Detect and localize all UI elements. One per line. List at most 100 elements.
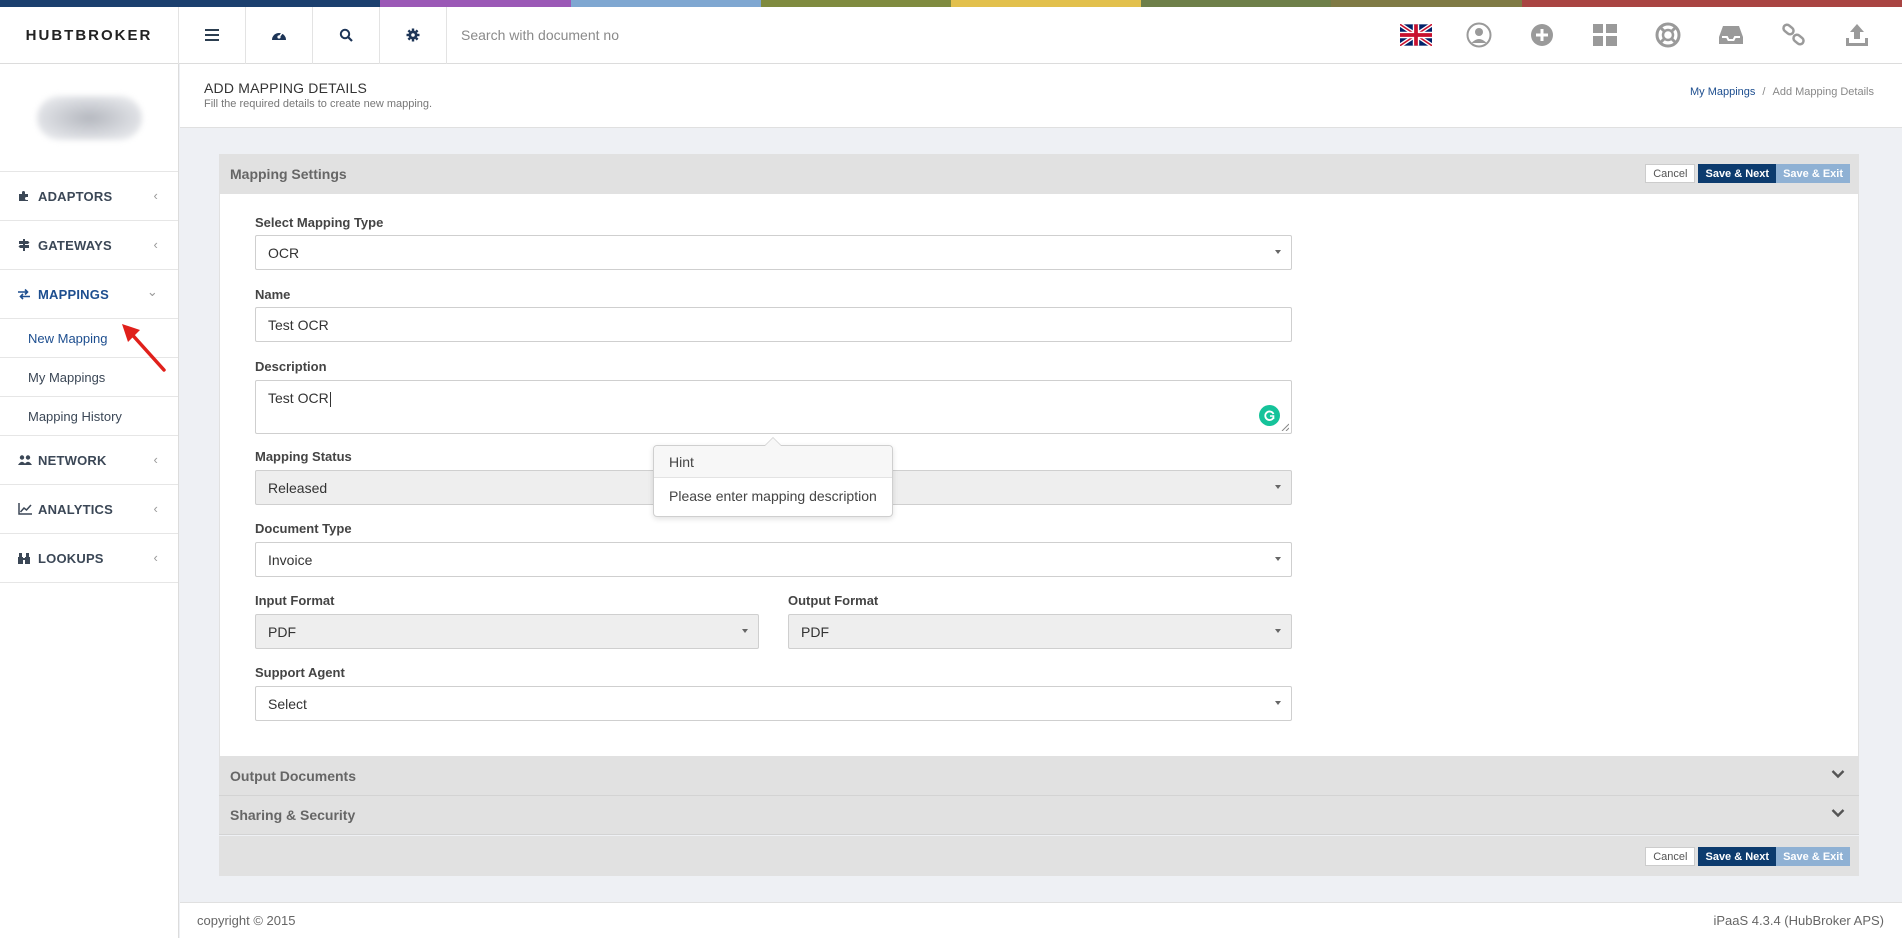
settings-icon [406,28,420,42]
sidebar-item-mappings[interactable]: MAPPINGS ⌄ [0,270,178,319]
document-type-select[interactable]: Invoice [255,542,1292,577]
dashboard-icon [272,32,286,40]
breadcrumb: My Mappings / Add Mapping Details [1690,86,1874,98]
chevron-left-icon: ‹ [153,188,158,203]
resize-handle-icon[interactable] [1281,423,1289,431]
dashboard-button[interactable] [246,6,313,64]
language-button[interactable] [1384,7,1447,64]
user-icon [1466,22,1491,48]
upload-icon [1845,24,1868,46]
panel-footer: Cancel Save & Next Save & Exit [219,836,1859,876]
apps-grid-icon [1592,24,1617,46]
menu-toggle-button[interactable] [179,6,246,64]
add-button[interactable] [1510,7,1573,64]
upload-button[interactable] [1825,7,1888,64]
page-subtitle: Fill the required details to create new … [204,98,433,110]
input-format-select[interactable]: PDF [255,614,759,649]
sidebar-item-label: ANALYTICS [38,501,113,517]
sidebar-item-label: GATEWAYS [38,237,112,253]
breadcrumb-current: Add Mapping Details [1772,86,1874,98]
sidebar-item-analytics[interactable]: ANALYTICS ‹ [0,485,178,534]
mapping-type-select[interactable]: OCR [255,235,1292,270]
sidebar-item-network[interactable]: NETWORK ‹ [0,436,178,485]
breadcrumb-link-my-mappings[interactable]: My Mappings [1690,86,1755,98]
mapping-type-value: OCR [268,244,300,261]
save-next-button[interactable]: Save & Next [1698,847,1777,866]
add-circle-icon [1530,24,1553,46]
document-type-value: Invoice [268,551,313,568]
save-exit-button[interactable]: Save & Exit [1776,847,1850,866]
help-button[interactable] [1636,7,1699,64]
page-title: ADD MAPPING DETAILS [204,80,368,96]
chevron-down-icon: ⌄ [146,284,158,299]
top-header: HUBTBROKER [0,6,1902,64]
link-icon [1781,23,1805,46]
section-sharing-security[interactable]: Sharing & Security [219,796,1859,835]
logo[interactable]: HUBTBROKER [0,6,179,64]
support-agent-select[interactable]: Select [255,686,1292,721]
chevron-left-icon: ‹ [153,452,158,467]
sidebar-item-gateways[interactable]: GATEWAYS ‹ [0,221,178,270]
copyright-text: copyright © 2015 [197,913,296,928]
hint-body: Please enter mapping description [669,488,877,504]
description-textarea[interactable]: Test OCR [255,380,1292,434]
grammarly-icon[interactable] [1259,405,1280,426]
profile-button[interactable] [1447,7,1510,64]
sidebar-item-label: ADAPTORS [38,188,113,204]
panel-title: Mapping Settings [230,165,347,182]
inbox-icon [1718,26,1743,44]
section-title: Output Documents [230,768,356,784]
cancel-button[interactable]: Cancel [1645,847,1696,866]
name-value: Test OCR [268,316,329,333]
search-button[interactable] [313,6,380,64]
breadcrumb-separator: / [1762,86,1766,98]
chevron-down-icon [1831,809,1845,818]
inbox-button[interactable] [1699,7,1762,64]
description-value: Test OCR [268,390,329,406]
page-footer: copyright © 2015 iPaaS 4.3.4 (HubBroker … [180,902,1902,938]
output-format-select[interactable]: PDF [788,614,1292,649]
sidebar: ADAPTORS ‹ GATEWAYS ‹ MAPPINGS ⌄ New Map… [0,64,179,938]
input-format-label: Input Format [255,593,335,608]
apps-button[interactable] [1573,7,1636,64]
panel-actions-top: Cancel Save & Next Save & Exit [1645,164,1850,183]
mapping-settings-header: Mapping Settings Cancel Save & Next Save… [219,154,1859,193]
save-exit-button[interactable]: Save & Exit [1776,164,1850,183]
uk-flag-icon [1399,24,1432,46]
name-label: Name [255,287,291,302]
chevron-left-icon: ‹ [153,237,158,252]
cancel-button[interactable]: Cancel [1645,164,1696,183]
help-lifebuoy-icon [1655,22,1680,48]
description-hint-popover: Hint Please enter mapping description [653,437,893,517]
status-value: Released [268,479,328,496]
sidebar-item-lookups[interactable]: LOOKUPS ‹ [0,534,178,583]
sidebar-item-adaptors[interactable]: ADAPTORS ‹ [0,172,178,221]
header-actions [1384,7,1902,64]
name-input[interactable]: Test OCR [255,307,1292,342]
caret-down-icon [1275,250,1281,254]
document-search-input[interactable] [461,27,881,43]
sidebar-item-label: LOOKUPS [38,550,104,566]
section-output-documents[interactable]: Output Documents [219,757,1859,796]
caret-down-icon [1275,701,1281,705]
annotation-arrow-icon [122,324,166,372]
page-heading: ADD MAPPING DETAILS Fill the required de… [180,64,1902,128]
hint-title: Hint [654,446,892,478]
chevron-left-icon: ‹ [153,501,158,516]
line-chart-icon [18,503,32,515]
sidebar-item-label: NETWORK [38,452,107,468]
save-next-button[interactable]: Save & Next [1698,164,1777,183]
chevron-down-icon [1831,770,1845,779]
caret-down-icon [1275,629,1281,633]
settings-button[interactable] [380,6,447,64]
user-avatar-blurred [0,64,178,172]
sidebar-subitem-mapping-history[interactable]: Mapping History [0,397,178,436]
panel-actions-bottom: Cancel Save & Next Save & Exit [1645,847,1850,866]
links-button[interactable] [1762,7,1825,64]
puzzle-icon [18,190,32,202]
description-label: Description [255,359,327,374]
text-cursor [329,391,331,407]
mapping-type-label: Select Mapping Type [255,215,384,230]
support-agent-label: Support Agent [255,665,345,680]
output-format-label: Output Format [788,593,879,608]
